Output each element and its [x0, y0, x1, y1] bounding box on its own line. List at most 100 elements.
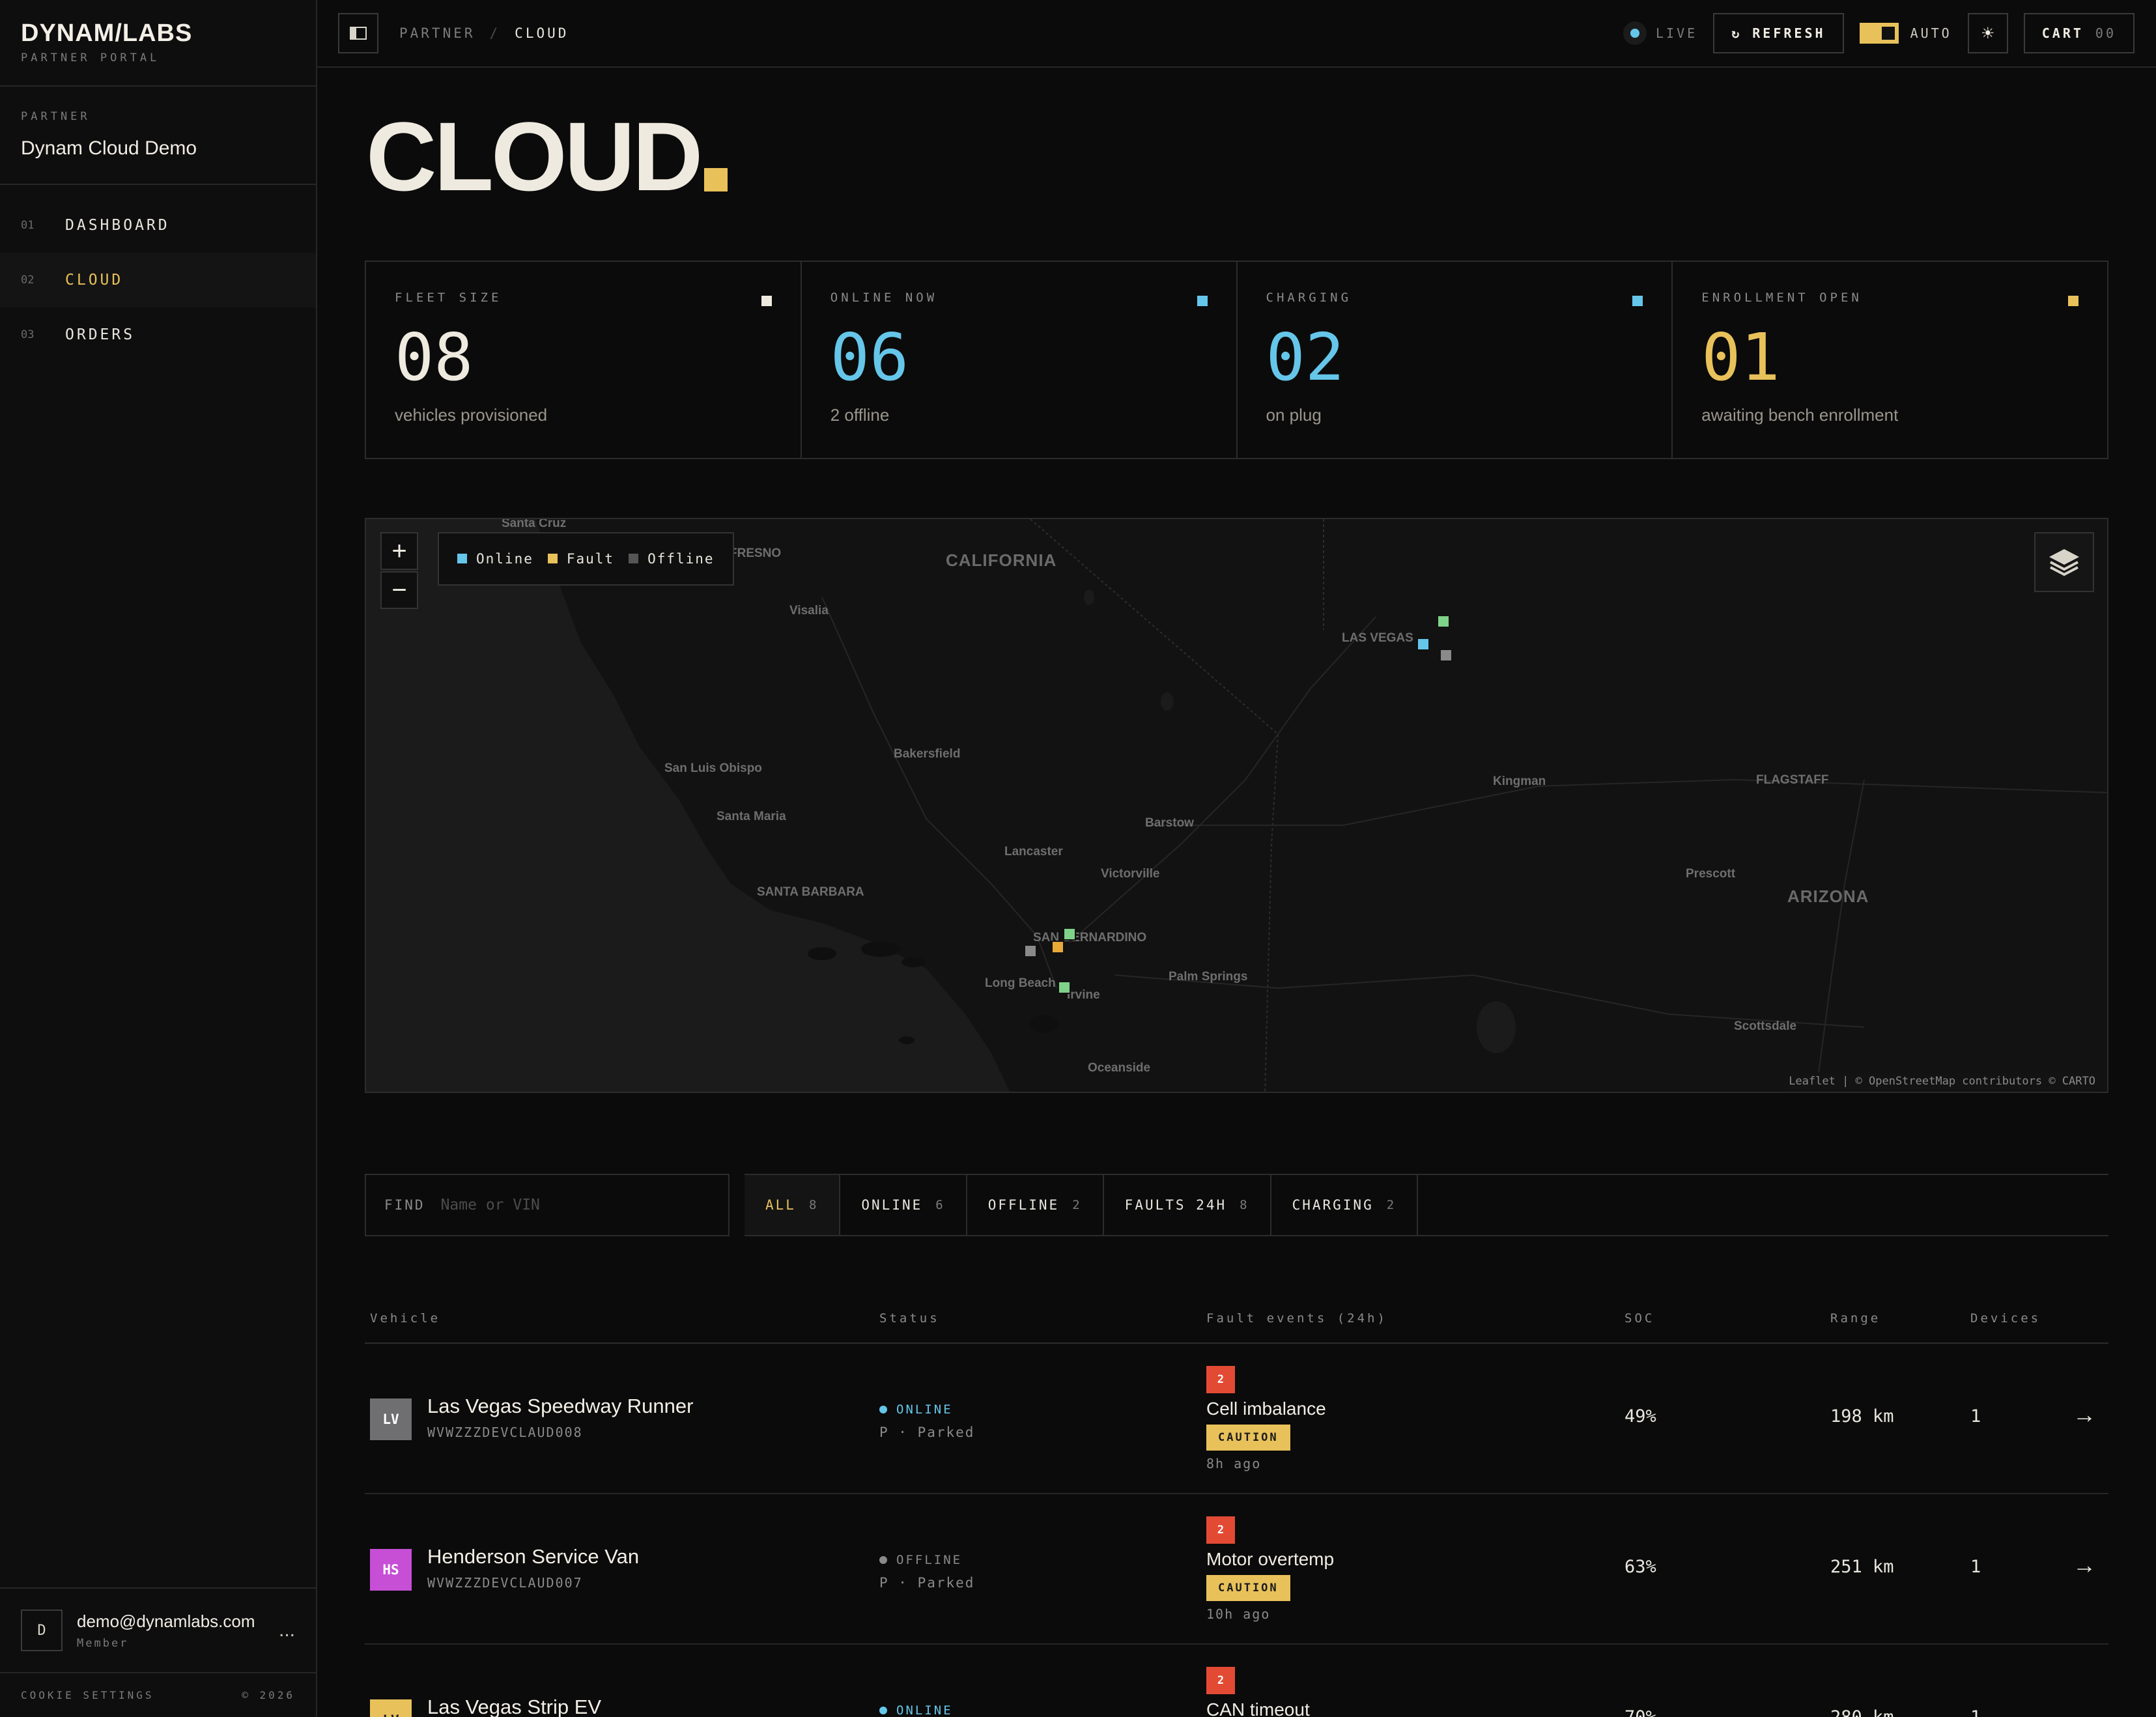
tab-offline[interactable]: OFFLINE 2 — [967, 1175, 1104, 1235]
vehicle-marker[interactable] — [1063, 928, 1076, 941]
sidebar-item-orders[interactable]: 03 ORDERS — [0, 307, 316, 362]
sidebar-toggle-icon — [350, 27, 367, 40]
breadcrumb-separator: / — [489, 25, 501, 41]
map-label: Lancaster — [1004, 845, 1063, 858]
brand-logo[interactable]: DYNAM/LABS — [21, 20, 295, 48]
fault-name: Motor overtemp — [1206, 1549, 1335, 1569]
zoom-out-button[interactable]: − — [380, 571, 418, 609]
stat-charging: CHARGING 02 on plug — [1238, 262, 1673, 458]
map-label: Kingman — [1493, 774, 1546, 788]
brand: DYNAM/LABS PARTNER PORTAL — [0, 0, 316, 87]
sidebar: DYNAM/LABS PARTNER PORTAL PARTNER Dynam … — [0, 0, 317, 1717]
arrow-right-icon[interactable]: → — [2073, 1401, 2096, 1428]
tab-count: 2 — [1072, 1198, 1082, 1212]
table-row[interactable]: HS Henderson Service Van WVWZZZDEVCLAUD0… — [365, 1494, 2108, 1645]
table-header: Vehicle Status Fault events (24h) SOC Ra… — [365, 1306, 2108, 1344]
status-text: ONLINE — [896, 1402, 953, 1417]
layers-button[interactable] — [2034, 532, 2094, 592]
vehicle-marker[interactable] — [1024, 944, 1037, 958]
legend-item-offline: Offline — [629, 551, 715, 567]
zoom-in-button[interactable]: + — [380, 532, 418, 570]
tab-label: ALL — [765, 1197, 796, 1213]
map-label: Long Beach — [985, 976, 1056, 990]
map-label: FRESNO — [730, 546, 782, 560]
vehicle-avatar: LV — [370, 1398, 412, 1440]
sidebar-item-dashboard[interactable]: 01 DASHBOARD — [0, 198, 316, 253]
cookie-settings-link[interactable]: COOKIE SETTINGS — [21, 1689, 154, 1701]
stat-description: on plug — [1266, 405, 1322, 425]
breadcrumb-current: CLOUD — [515, 25, 569, 41]
column-header-soc[interactable]: SOC — [1624, 1311, 1654, 1326]
stat-value: 06 — [830, 319, 909, 395]
theme-toggle-button[interactable]: ☀ — [1967, 13, 2008, 53]
stat-value: 01 — [1701, 319, 1780, 395]
nav-label: ORDERS — [65, 326, 135, 343]
tab-online[interactable]: ONLINE 6 — [840, 1175, 967, 1235]
title-accent-square — [704, 168, 728, 192]
map-label: Barstow — [1145, 816, 1194, 830]
breadcrumb-partner[interactable]: PARTNER — [399, 25, 475, 41]
refresh-button[interactable]: ↻ REFRESH — [1713, 13, 1844, 53]
sidebar-footer: COOKIE SETTINGS © 2026 — [0, 1672, 316, 1717]
sidebar-item-cloud[interactable]: 02 CLOUD — [0, 253, 316, 307]
fault-time: 8h ago — [1206, 1456, 1262, 1471]
fault-time: 10h ago — [1206, 1606, 1271, 1622]
tab-faults-24h[interactable]: FAULTS 24H 8 — [1104, 1175, 1271, 1235]
legend-label: Fault — [566, 551, 615, 567]
map-label: Santa Cruz — [502, 518, 567, 530]
cart-button[interactable]: CART 00 — [2023, 13, 2135, 53]
vehicle-marker[interactable] — [1440, 649, 1453, 662]
search-input[interactable] — [440, 1197, 710, 1213]
arrow-right-icon[interactable]: → — [2073, 1552, 2096, 1579]
nav-label: DASHBOARD — [65, 217, 170, 234]
column-header-devices[interactable]: Devices — [1970, 1311, 2041, 1326]
vehicle-name[interactable]: Las Vegas Speedway Runner — [427, 1395, 693, 1418]
table-row[interactable]: LV Las Vegas Strip EV ONLINE 2 CAN timeo… — [365, 1645, 2108, 1717]
vehicle-name[interactable]: Henderson Service Van — [427, 1545, 639, 1568]
brand-subtitle: PARTNER PORTAL — [21, 51, 160, 64]
column-header-range[interactable]: Range — [1830, 1311, 1880, 1326]
vehicle-name[interactable]: Las Vegas Strip EV — [427, 1696, 601, 1717]
table-row[interactable]: LV Las Vegas Speedway Runner WVWZZZDEVCL… — [365, 1344, 2108, 1494]
vehicle-marker[interactable] — [1417, 638, 1430, 651]
toggle-switch[interactable] — [1859, 23, 1899, 44]
user-email: demo@dynamlabs.com — [77, 1611, 255, 1631]
map-label: Visalia — [789, 604, 829, 617]
user-menu[interactable]: D demo@dynamlabs.com Member ... — [0, 1587, 316, 1672]
sidebar-toggle-button[interactable] — [338, 13, 378, 53]
stat-value: 02 — [1266, 319, 1344, 395]
map-label: Santa Maria — [716, 810, 786, 823]
stat-value: 08 — [395, 319, 474, 395]
status-text: ONLINE — [896, 1703, 953, 1717]
column-header-status[interactable]: Status — [879, 1311, 940, 1326]
search-box[interactable]: FIND — [365, 1174, 730, 1236]
map-label: Scottsdale — [1734, 1019, 1797, 1033]
stat-label: ENROLLMENT OPEN — [1701, 291, 1862, 305]
severity-badge: CAUTION — [1206, 1575, 1290, 1601]
tab-charging[interactable]: CHARGING 2 — [1271, 1175, 1419, 1235]
tab-label: FAULTS 24H — [1124, 1197, 1227, 1213]
more-icon[interactable]: ... — [279, 1619, 295, 1641]
filter-tabs: ALL 8 ONLINE 6 OFFLINE 2 FAULTS 24H 8 CH… — [745, 1174, 2108, 1236]
auto-refresh-toggle[interactable]: AUTO — [1859, 23, 1952, 44]
soc-value: 63% — [1624, 1557, 1656, 1577]
soc-value: 70% — [1624, 1707, 1656, 1717]
page-title: CLOUD — [366, 104, 728, 208]
column-header-faults[interactable]: Fault events (24h) — [1206, 1311, 1387, 1326]
map-attribution[interactable]: Leaflet | © OpenStreetMap contributors ©… — [1785, 1073, 2099, 1089]
vehicle-marker[interactable] — [1058, 981, 1071, 994]
map-label: San Luis Obispo — [664, 761, 762, 775]
legend-label: Online — [476, 551, 533, 567]
fault-count-badge: 2 — [1206, 1516, 1235, 1544]
fleet-map[interactable]: Santa Cruz FRESNO Visalia LAS VEGAS Bake… — [365, 518, 2108, 1093]
tab-all[interactable]: ALL 8 — [745, 1175, 841, 1235]
stats-panel: FLEET SIZE 08 vehicles provisioned ONLIN… — [365, 261, 2108, 459]
vehicle-vin: WVWZZZDEVCLAUD007 — [427, 1575, 583, 1591]
vehicle-marker[interactable] — [1051, 941, 1064, 954]
layers-icon — [2049, 549, 2079, 576]
column-header-vehicle[interactable]: Vehicle — [370, 1311, 440, 1326]
map-basemap[interactable] — [366, 519, 2108, 1093]
vehicle-marker[interactable] — [1437, 615, 1450, 628]
stat-label: CHARGING — [1266, 291, 1352, 305]
map-region-label: CALIFORNIA — [946, 550, 1057, 570]
